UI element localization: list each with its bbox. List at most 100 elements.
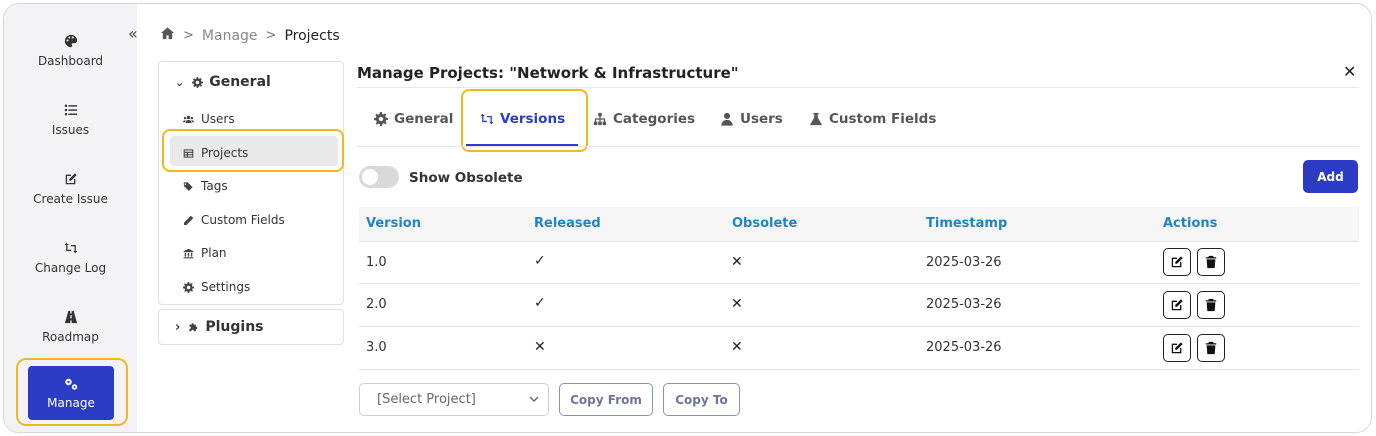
trash-icon [1205, 341, 1217, 355]
project-select-value: [Select Project] [377, 392, 476, 407]
tab-label: General [394, 111, 454, 127]
show-obsolete-toggle[interactable] [359, 166, 399, 188]
delete-version-button[interactable] [1197, 248, 1225, 276]
copy-to-button[interactable]: Copy To [663, 383, 740, 416]
column-header-obsolete[interactable]: Obsolete [732, 216, 797, 231]
table-icon [183, 148, 194, 158]
divider [357, 87, 1359, 88]
column-header-actions: Actions [1163, 216, 1218, 231]
obsolete-x-icon: ✕ [731, 254, 743, 270]
copy-from-button[interactable]: Copy From [559, 383, 653, 416]
edit-version-button[interactable] [1163, 248, 1191, 276]
arrows-icon [480, 113, 494, 125]
tab-general[interactable]: General [374, 111, 453, 127]
user-icon [721, 112, 733, 126]
menu-group-plugins[interactable]: › Plugins [158, 309, 344, 345]
edit-version-button[interactable] [1163, 334, 1191, 362]
home-icon[interactable] [160, 26, 175, 45]
table-cell-version: 1.0 [366, 255, 387, 270]
delete-version-button[interactable] [1197, 334, 1225, 362]
road-icon [64, 308, 78, 326]
edit-icon [1171, 256, 1183, 268]
sitemap-icon [593, 112, 607, 126]
breadcrumb-separator: > [183, 28, 194, 43]
menu-item-label: Tags [201, 179, 228, 193]
nav-label: Dashboard [37, 54, 104, 68]
nav-manage[interactable]: Manage [28, 366, 114, 420]
tags-icon [183, 181, 193, 191]
panel-title: Manage Projects: "Network & Infrastructu… [357, 64, 739, 82]
nav-dashboard[interactable]: Dashboard [4, 20, 137, 80]
nav-label: Issues [51, 123, 90, 137]
add-button[interactable]: Add [1303, 160, 1358, 193]
nav-manage-highlight: Manage [16, 358, 128, 426]
divider [357, 146, 1359, 147]
close-button[interactable]: ✕ [1343, 62, 1356, 81]
project-select[interactable]: [Select Project] [359, 383, 549, 416]
menu-item-tags[interactable]: Tags [183, 179, 228, 193]
table-cell-timestamp: 2025-03-26 [926, 340, 1002, 355]
delete-version-button[interactable] [1197, 291, 1225, 319]
chevron-down-icon: ⌄ [175, 75, 185, 89]
pencil-icon [184, 215, 194, 225]
flask-icon [810, 112, 822, 126]
menu-item-projects[interactable]: Projects [183, 146, 248, 160]
row-divider [359, 283, 1359, 284]
tab-categories[interactable]: Categories [593, 111, 695, 127]
table-cell-version: 3.0 [366, 340, 387, 355]
menu-item-users[interactable]: Users [183, 112, 235, 126]
edit-version-button[interactable] [1163, 291, 1191, 319]
menu-item-label: Plan [201, 246, 227, 260]
released-check-icon: ✓ [534, 295, 546, 311]
nav-roadmap[interactable]: Roadmap [4, 296, 137, 356]
tab-versions[interactable]: Versions [480, 111, 565, 127]
gear-icon [374, 112, 388, 126]
menu-item-plan[interactable]: Plan [183, 246, 227, 260]
nav-label: Manage [47, 396, 95, 410]
tab-custom-fields[interactable]: Custom Fields [809, 111, 936, 127]
trash-icon [1205, 255, 1217, 269]
column-header-released[interactable]: Released [534, 216, 601, 231]
edit-icon [64, 170, 78, 188]
list-icon [64, 101, 78, 119]
menu-item-label: Settings [201, 280, 251, 294]
show-obsolete-label: Show Obsolete [409, 170, 523, 186]
edit-icon [1171, 342, 1183, 354]
tab-label: Custom Fields [829, 111, 937, 127]
users-icon [183, 115, 194, 123]
menu-item-label: Projects [201, 146, 249, 160]
menu-item-custom-fields[interactable]: Custom Fields [183, 213, 285, 227]
chevron-down-icon [529, 396, 539, 402]
released-check-icon: ✓ [534, 253, 546, 269]
plugins-head: › Plugins [175, 319, 264, 335]
tab-users[interactable]: Users [720, 111, 783, 127]
nav-label: Create Issue [33, 192, 108, 206]
bank-icon [183, 248, 194, 258]
palette-icon [64, 32, 78, 50]
nav-change-log[interactable]: Change Log [4, 227, 137, 287]
nav-label: Roadmap [42, 330, 99, 344]
collapse-sidebar-button[interactable]: « [128, 24, 138, 43]
table-cell-version: 2.0 [366, 297, 387, 312]
menu-group-general[interactable]: ⌄ General [175, 74, 271, 90]
menu-item-label: Custom Fields [201, 213, 285, 227]
app-window: Dashboard Issues Create Issue Change Log… [3, 3, 1372, 433]
obsolete-x-icon: ✕ [731, 339, 743, 355]
breadcrumb-projects: Projects [284, 27, 340, 44]
gears-icon [65, 378, 78, 390]
puzzle-icon [189, 322, 198, 331]
breadcrumb: > Manage > Projects [160, 26, 340, 45]
table-cell-timestamp: 2025-03-26 [926, 255, 1002, 270]
menu-item-settings[interactable]: Settings [183, 280, 250, 294]
nav-issues[interactable]: Issues [4, 89, 137, 149]
column-header-version[interactable]: Version [366, 216, 421, 231]
row-divider [359, 326, 1359, 327]
trash-icon [1205, 298, 1217, 312]
menu-group-label: Plugins [205, 319, 264, 335]
breadcrumb-manage[interactable]: Manage [202, 28, 258, 44]
column-header-timestamp[interactable]: Timestamp [926, 216, 1007, 231]
gear-icon [183, 281, 194, 293]
arrows-icon [63, 239, 78, 257]
breadcrumb-separator: > [265, 28, 277, 43]
nav-create-issue[interactable]: Create Issue [4, 158, 137, 218]
